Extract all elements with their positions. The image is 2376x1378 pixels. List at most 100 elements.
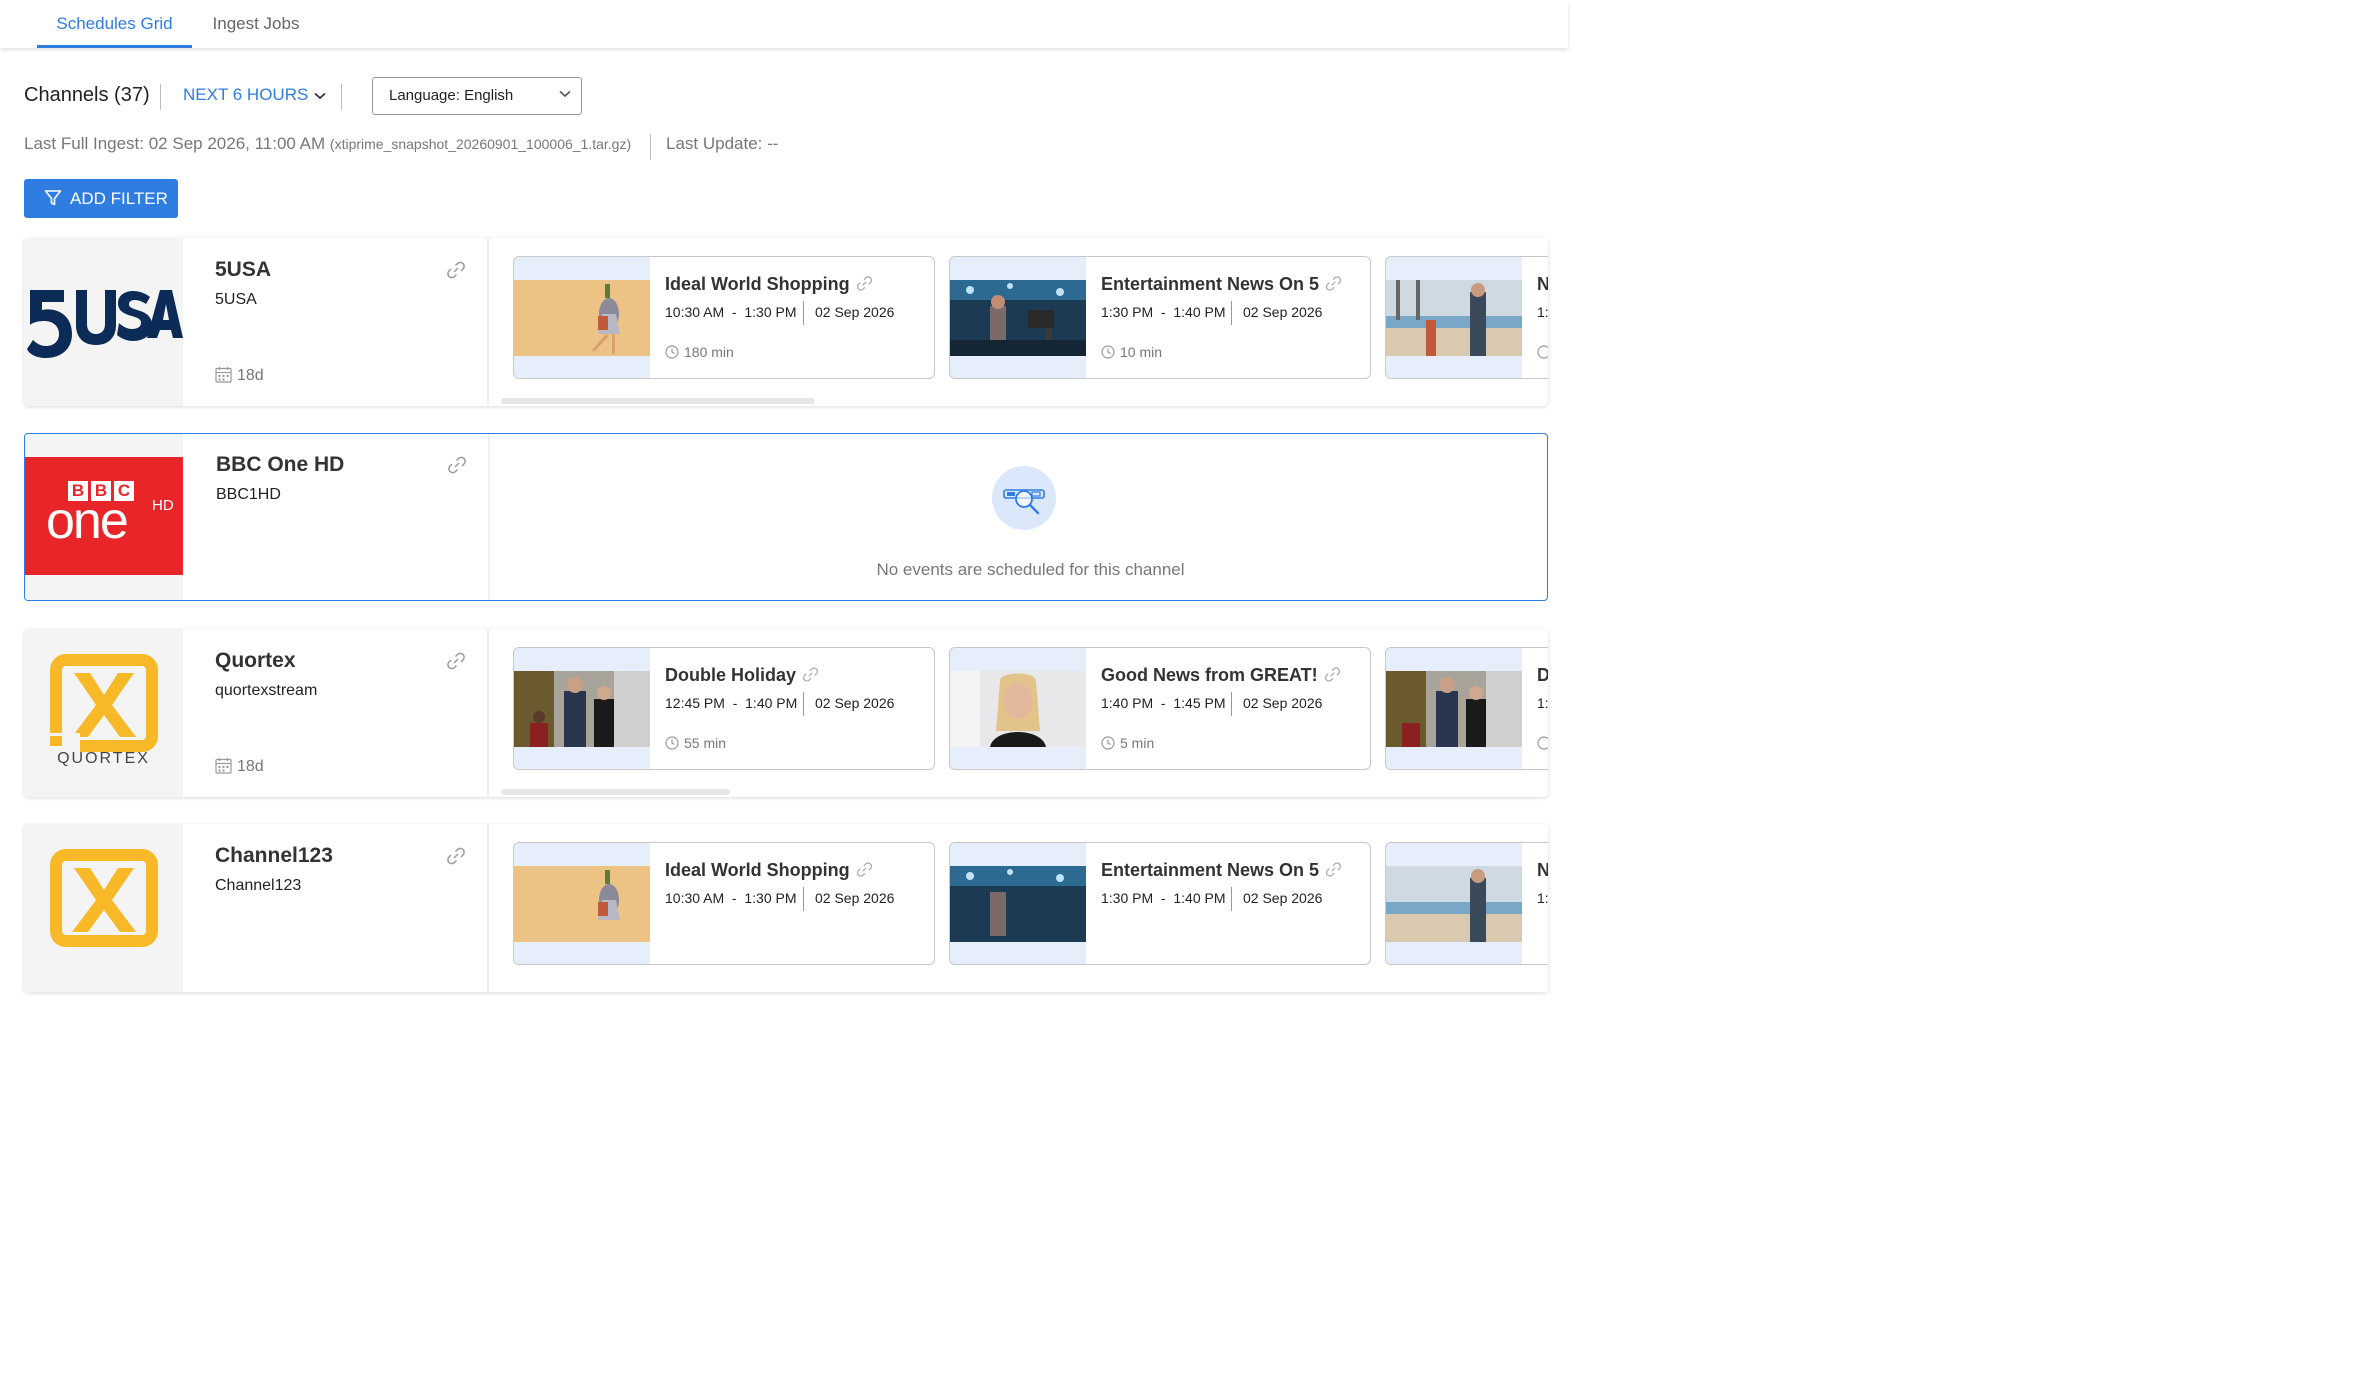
link-icon[interactable] — [802, 666, 819, 683]
link-icon[interactable] — [856, 861, 873, 878]
event-card[interactable]: Entertainment News On 5 1:30 PM - 1:40 P… — [949, 256, 1371, 379]
clock-icon — [1101, 345, 1115, 359]
tab-ingest-jobs[interactable]: Ingest Jobs — [196, 0, 316, 48]
divider — [1231, 301, 1232, 325]
film-set-image — [950, 866, 1086, 942]
event-title: Good News from GREAT! — [1101, 665, 1341, 686]
link-icon[interactable] — [447, 455, 467, 475]
empty-search-icon — [992, 466, 1056, 530]
quortex-wordmark: QUORTEX — [57, 750, 150, 767]
channel-card-bbc-one-hd[interactable]: B B C one HD BBC One HD BBC1HD No events… — [24, 433, 1548, 601]
horizontal-scrollbar[interactable] — [501, 789, 730, 795]
event-title-text: Ideal World Shopping — [665, 860, 850, 880]
channel-name: 5USA — [215, 258, 272, 281]
channels-title: Channels (37) — [24, 84, 150, 106]
event-card[interactable]: D 1: — [1385, 647, 1548, 770]
event-thumbnail — [1386, 843, 1522, 964]
add-filter-label: ADD FILTER — [70, 189, 168, 208]
empty-state: No events are scheduled for this channel — [514, 434, 1547, 600]
event-title: Double Holiday — [665, 665, 819, 686]
schedule-days: 18d — [215, 757, 264, 776]
divider — [487, 238, 489, 406]
channel-info: BBC One HD BBC1HD — [184, 434, 488, 599]
channel-name: Quortex — [215, 649, 296, 672]
channel-logo — [24, 824, 183, 992]
event-date: 02 Sep 2026 — [1243, 304, 1323, 320]
shopping-woman-image — [514, 866, 650, 942]
event-card[interactable]: N 1: — [1385, 842, 1548, 965]
events-list[interactable]: Ideal World Shopping 10:30 AM - 1:30 PM … — [513, 238, 1548, 406]
clock-icon — [1537, 736, 1548, 750]
language-select-value: Language: English — [389, 87, 514, 104]
event-time: 12:45 PM - 1:40 PM — [665, 695, 798, 711]
channel-id: BBC1HD — [216, 486, 281, 503]
event-thumbnail — [1386, 648, 1522, 769]
channel-card-5usa[interactable]: 5USA 5USA 18d Ideal World Shopping 10:30… — [24, 238, 1548, 406]
divider — [488, 434, 490, 599]
events-list[interactable]: Double Holiday 12:45 PM - 1:40 PM 02 Sep… — [513, 629, 1548, 797]
language-select[interactable]: Language: English — [372, 77, 582, 115]
divider — [487, 824, 489, 992]
event-date: 02 Sep 2026 — [1243, 890, 1323, 906]
event-date: 02 Sep 2026 — [815, 695, 895, 711]
link-icon[interactable] — [446, 651, 466, 671]
event-duration-value: 180 min — [684, 344, 734, 360]
channel-id: Channel123 — [215, 877, 302, 894]
event-card[interactable]: Good News from GREAT! 1:40 PM - 1:45 PM … — [949, 647, 1371, 770]
schedule-days: 18d — [215, 366, 264, 385]
family-scene-image — [1386, 671, 1522, 747]
schedule-days-value: 18d — [237, 367, 264, 384]
event-duration — [1537, 344, 1548, 360]
schedule-days-value: 18d — [237, 758, 264, 775]
event-duration-value: 10 min — [1120, 344, 1163, 360]
channel-name: Channel123 — [215, 844, 333, 867]
event-duration: 10 min — [1101, 344, 1162, 360]
link-icon[interactable] — [856, 275, 873, 292]
event-title: Entertainment News On 5 — [1101, 274, 1342, 295]
time-range-label: NEXT 6 HOURS — [183, 85, 309, 104]
divider — [803, 887, 804, 911]
event-date: 02 Sep 2026 — [815, 304, 895, 320]
event-title-text: Good News from GREAT! — [1101, 665, 1318, 685]
event-thumbnail — [514, 843, 650, 964]
link-icon[interactable] — [1325, 275, 1342, 292]
event-duration: 180 min — [665, 344, 734, 360]
time-range-dropdown[interactable]: NEXT 6 HOURS — [183, 85, 326, 105]
link-icon[interactable] — [1325, 861, 1342, 878]
divider — [487, 629, 489, 797]
tab-schedules-grid[interactable]: Schedules Grid — [37, 0, 192, 48]
film-set-image — [950, 280, 1086, 356]
hd-badge: HD — [152, 497, 174, 514]
link-icon[interactable] — [446, 846, 466, 866]
event-duration: 5 min — [1101, 735, 1154, 751]
event-thumbnail — [950, 648, 1086, 769]
event-card[interactable]: Double Holiday 12:45 PM - 1:40 PM 02 Sep… — [513, 647, 935, 770]
beach-people-image — [1386, 280, 1522, 356]
link-icon[interactable] — [446, 260, 466, 280]
channel-card-quortex[interactable]: QUORTEX Quortex quortexstream 18d Double… — [24, 629, 1548, 797]
event-title-text: Ideal World Shopping — [665, 274, 850, 294]
event-title: N — [1537, 860, 1548, 881]
event-thumbnail — [950, 257, 1086, 378]
last-update: Last Update: -- — [666, 134, 779, 153]
add-filter-button[interactable]: ADD FILTER — [24, 179, 178, 218]
filter-icon — [44, 190, 62, 206]
bbc-one-wordmark: one — [46, 492, 129, 550]
chevron-down-icon — [314, 92, 326, 99]
event-card[interactable]: Ideal World Shopping 10:30 AM - 1:30 PM … — [513, 256, 935, 379]
horizontal-scrollbar[interactable] — [501, 398, 815, 404]
channel-card-channel123[interactable]: Channel123 Channel123 Ideal World Shoppi… — [24, 824, 1548, 992]
event-card[interactable]: N 1: — [1385, 256, 1548, 379]
event-time: 1:30 PM - 1:40 PM — [1101, 304, 1226, 320]
event-title-text: Double Holiday — [665, 665, 797, 685]
channel-id: quortexstream — [215, 682, 318, 699]
events-list[interactable]: Ideal World Shopping 10:30 AM - 1:30 PM … — [513, 824, 1548, 992]
channel-logo — [24, 238, 183, 406]
beach-people-image — [1386, 866, 1522, 942]
link-icon[interactable] — [1324, 666, 1341, 683]
event-card[interactable]: Entertainment News On 5 1:30 PM - 1:40 P… — [949, 842, 1371, 965]
clock-icon — [1101, 736, 1115, 750]
calendar-icon — [215, 758, 232, 774]
event-thumbnail — [950, 843, 1086, 964]
event-card[interactable]: Ideal World Shopping 10:30 AM - 1:30 PM … — [513, 842, 935, 965]
